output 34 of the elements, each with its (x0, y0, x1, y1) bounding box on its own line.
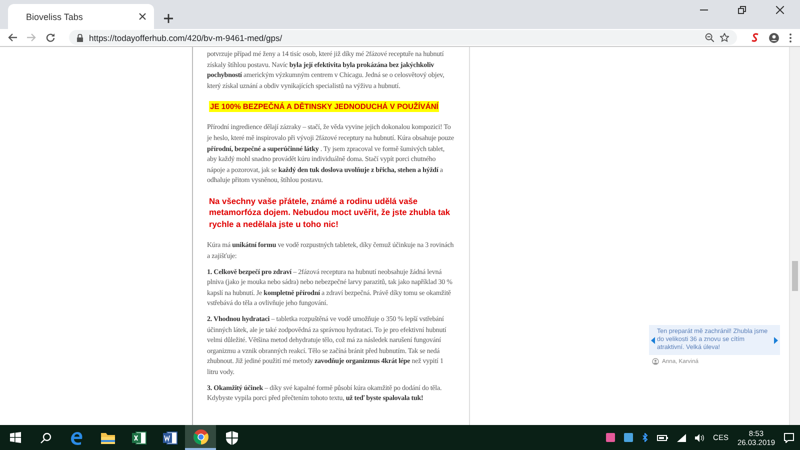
shield-icon[interactable] (224, 430, 238, 446)
menu-icon[interactable] (789, 32, 792, 42)
zoom-out-icon[interactable] (705, 33, 714, 42)
back-arrow-icon[interactable] (8, 33, 17, 42)
reload-icon[interactable] (46, 33, 55, 42)
scrollbar[interactable] (789, 47, 800, 425)
extension-icon[interactable] (751, 33, 759, 42)
battery-icon[interactable] (657, 434, 668, 440)
spreadsheet-icon[interactable] (130, 430, 146, 446)
close-icon[interactable] (776, 6, 784, 14)
close-icon[interactable] (139, 13, 146, 20)
signal-icon[interactable] (677, 434, 686, 442)
document-icon[interactable] (162, 430, 178, 446)
chrome-icon[interactable] (192, 428, 208, 444)
browser-tab[interactable]: Bioveliss Tabs (8, 4, 154, 29)
account-icon[interactable] (769, 32, 779, 42)
left-arrow-icon[interactable] (651, 336, 655, 344)
notification-icon[interactable] (784, 432, 794, 442)
folder-icon[interactable] (100, 430, 116, 444)
restore-icon[interactable] (738, 6, 746, 14)
browser-e-icon[interactable] (68, 430, 84, 446)
scrollbar-thumb[interactable] (792, 261, 798, 291)
speaker-icon[interactable] (695, 434, 704, 442)
windows-start-icon[interactable] (10, 432, 20, 443)
bluetooth-icon[interactable] (642, 433, 648, 442)
search-icon[interactable] (40, 432, 52, 444)
taskbar-button[interactable] (185, 425, 216, 450)
star-icon[interactable] (720, 33, 729, 42)
right-arrow-icon[interactable] (774, 336, 778, 344)
address-bar[interactable]: https://todayofferhub.com/420/bv-m-9461-med/gps/ (69, 30, 737, 45)
plus-icon[interactable] (164, 14, 173, 23)
user-icon (652, 358, 659, 365)
lock-icon (77, 34, 83, 42)
callout-text: Na všechny vaše přátele, známé a rodinu udělá vaše metamorfóza dojem. Nebudou moct uvěřit, že jste zhubla tak rychle a nedělala jste u toho nic! (209, 196, 452, 230)
